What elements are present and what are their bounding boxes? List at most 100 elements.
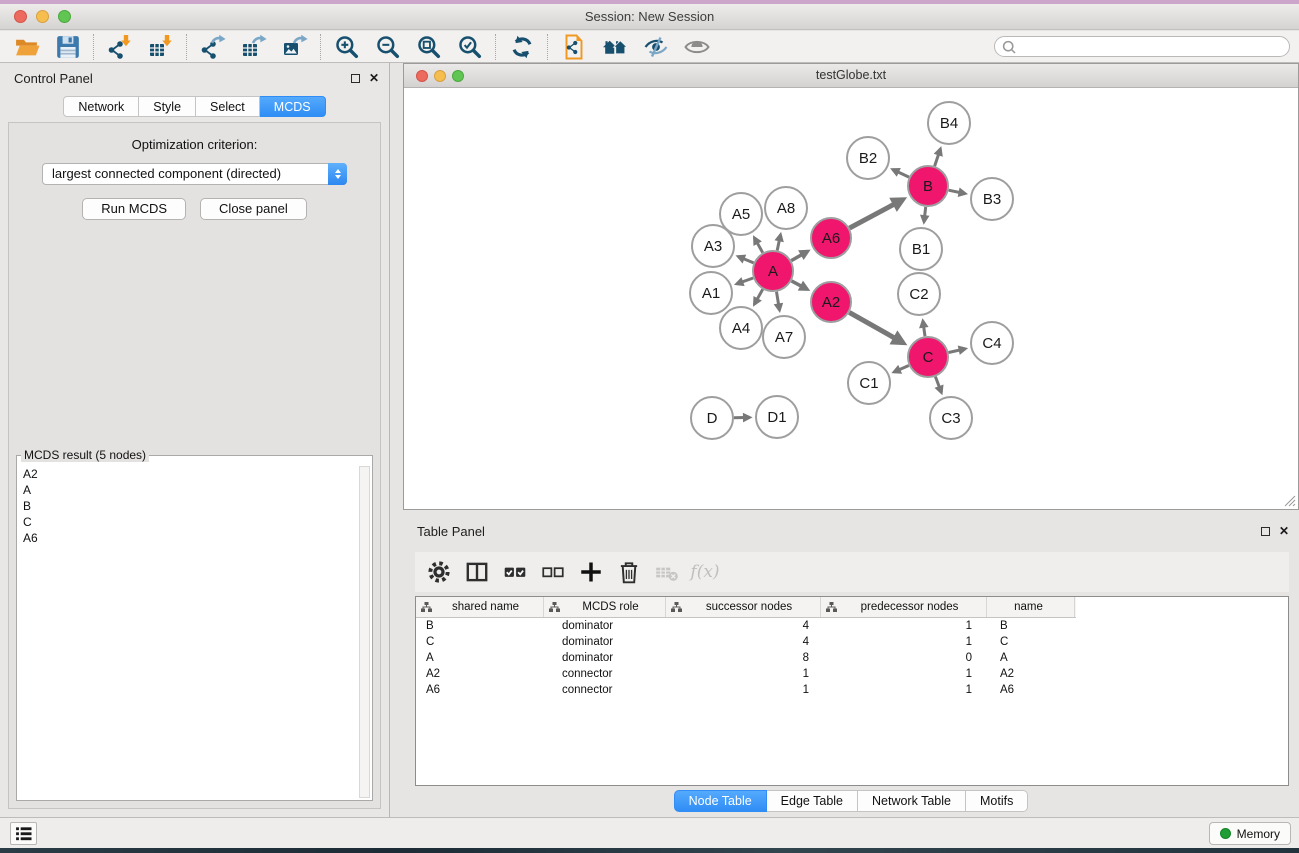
tab-network-table[interactable]: Network Table [858,790,966,812]
column-header-shared-name[interactable]: shared name [416,597,544,617]
node-A8[interactable]: A8 [765,187,807,229]
edge-B-B3[interactable] [949,190,966,193]
node-table[interactable]: shared nameMCDS rolesuccessor nodesprede… [415,596,1289,786]
zoom-window-button[interactable] [58,10,71,23]
eye-button[interactable] [676,32,717,62]
eye-slash-button[interactable] [635,32,676,62]
mcds-result-list[interactable]: A2ABCA6 [19,466,358,798]
node-D[interactable]: D [691,397,733,439]
task-history-button[interactable] [10,822,37,845]
node-A7[interactable]: A7 [763,316,805,358]
node-B2[interactable]: B2 [847,137,889,179]
column-header-name[interactable]: name [987,597,1075,617]
search-input[interactable] [1017,38,1289,55]
edge-C-C2[interactable] [923,321,925,336]
table-row[interactable]: Adominator80A [416,650,1288,666]
tab-network[interactable]: Network [63,96,139,117]
node-C3[interactable]: C3 [930,397,972,439]
node-B1[interactable]: B1 [900,228,942,270]
delete-column-button[interactable] [613,556,645,588]
deselect-all-button[interactable] [537,556,569,588]
refresh-button[interactable] [501,32,542,62]
import-network-button[interactable] [99,32,140,62]
save-floppy-button[interactable] [47,32,88,62]
zoom-fit-button[interactable] [408,32,449,62]
edge-A-A8[interactable] [777,235,780,251]
result-list-item[interactable]: A6 [19,530,358,546]
column-header-predecessor-nodes[interactable]: predecessor nodes [821,597,987,617]
tab-mcds[interactable]: MCDS [260,96,326,117]
tab-style[interactable]: Style [139,96,196,117]
result-list-item[interactable]: A2 [19,466,358,482]
node-A[interactable]: A [753,251,793,291]
result-list-item[interactable]: B [19,498,358,514]
edge-A-A6[interactable] [791,251,807,260]
close-panel-button[interactable]: Close panel [200,198,307,220]
export-image-button[interactable] [274,32,315,62]
float-panel-icon[interactable] [351,74,360,83]
houses-button[interactable] [594,32,635,62]
table-row[interactable]: A6connector11A6 [416,682,1288,698]
result-scrollbar[interactable] [359,466,370,798]
run-mcds-button[interactable]: Run MCDS [82,198,186,220]
node-A1[interactable]: A1 [690,272,732,314]
edge-A2-C[interactable] [849,312,903,343]
edge-A-A1[interactable] [737,278,754,284]
node-B4[interactable]: B4 [928,102,970,144]
node-A6[interactable]: A6 [811,218,851,258]
edge-A-A4[interactable] [754,289,762,304]
network-minimize-button[interactable] [434,70,446,82]
tab-edge-table[interactable]: Edge Table [767,790,858,812]
node-B3[interactable]: B3 [971,178,1013,220]
network-close-button[interactable] [416,70,428,82]
edge-A-A5[interactable] [754,238,762,253]
edge-A-A2[interactable] [792,281,808,289]
zoom-in-button[interactable] [326,32,367,62]
network-canvas[interactable]: AA1A2A3A4A5A6A7A8BB1B2B3B4CC1C2C3C4DD1 [404,89,1298,509]
minimize-window-button[interactable] [36,10,49,23]
network-zoom-button[interactable] [452,70,464,82]
float-table-panel-icon[interactable] [1261,527,1270,536]
edge-B-B1[interactable] [924,207,926,222]
node-C4[interactable]: C4 [971,322,1013,364]
close-window-button[interactable] [14,10,27,23]
result-list-item[interactable]: A [19,482,358,498]
settings-gear-button[interactable] [423,556,455,588]
tab-node-table[interactable]: Node Table [674,790,767,812]
folder-open-button[interactable] [6,32,47,62]
edge-A-A3[interactable] [738,257,753,263]
document-network-button[interactable] [553,32,594,62]
node-C1[interactable]: C1 [848,362,890,404]
edge-A6-B[interactable] [850,200,903,229]
close-panel-icon[interactable] [369,73,379,83]
search-box[interactable] [994,36,1290,57]
close-table-panel-icon[interactable] [1279,526,1289,536]
import-table-button[interactable] [140,32,181,62]
column-header-successor-nodes[interactable]: successor nodes [666,597,821,617]
tab-select[interactable]: Select [196,96,260,117]
column-layout-button[interactable] [461,556,493,588]
zoom-out-button[interactable] [367,32,408,62]
export-table-button[interactable] [233,32,274,62]
table-row[interactable]: Bdominator41B [416,618,1288,634]
node-A2[interactable]: A2 [811,282,851,322]
memory-button[interactable]: Memory [1209,822,1291,845]
column-header-MCDS-role[interactable]: MCDS role [544,597,666,617]
node-A5[interactable]: A5 [720,193,762,235]
edge-B-B4[interactable] [935,149,941,166]
criterion-select[interactable]: largest connected component (directed) [42,163,347,185]
add-column-button[interactable] [575,556,607,588]
edge-A-A7[interactable] [777,292,780,310]
edge-C-C3[interactable] [935,377,941,393]
edge-C-C1[interactable] [894,366,909,373]
node-D1[interactable]: D1 [756,396,798,438]
table-row[interactable]: A2connector11A2 [416,666,1288,682]
select-all-button[interactable] [499,556,531,588]
tab-motifs[interactable]: Motifs [966,790,1028,812]
edge-B-B2[interactable] [893,170,909,178]
edge-C-C4[interactable] [949,349,966,353]
export-network-button[interactable] [192,32,233,62]
resize-grip-icon[interactable] [1284,495,1296,507]
node-C2[interactable]: C2 [898,273,940,315]
table-row[interactable]: Cdominator41C [416,634,1288,650]
